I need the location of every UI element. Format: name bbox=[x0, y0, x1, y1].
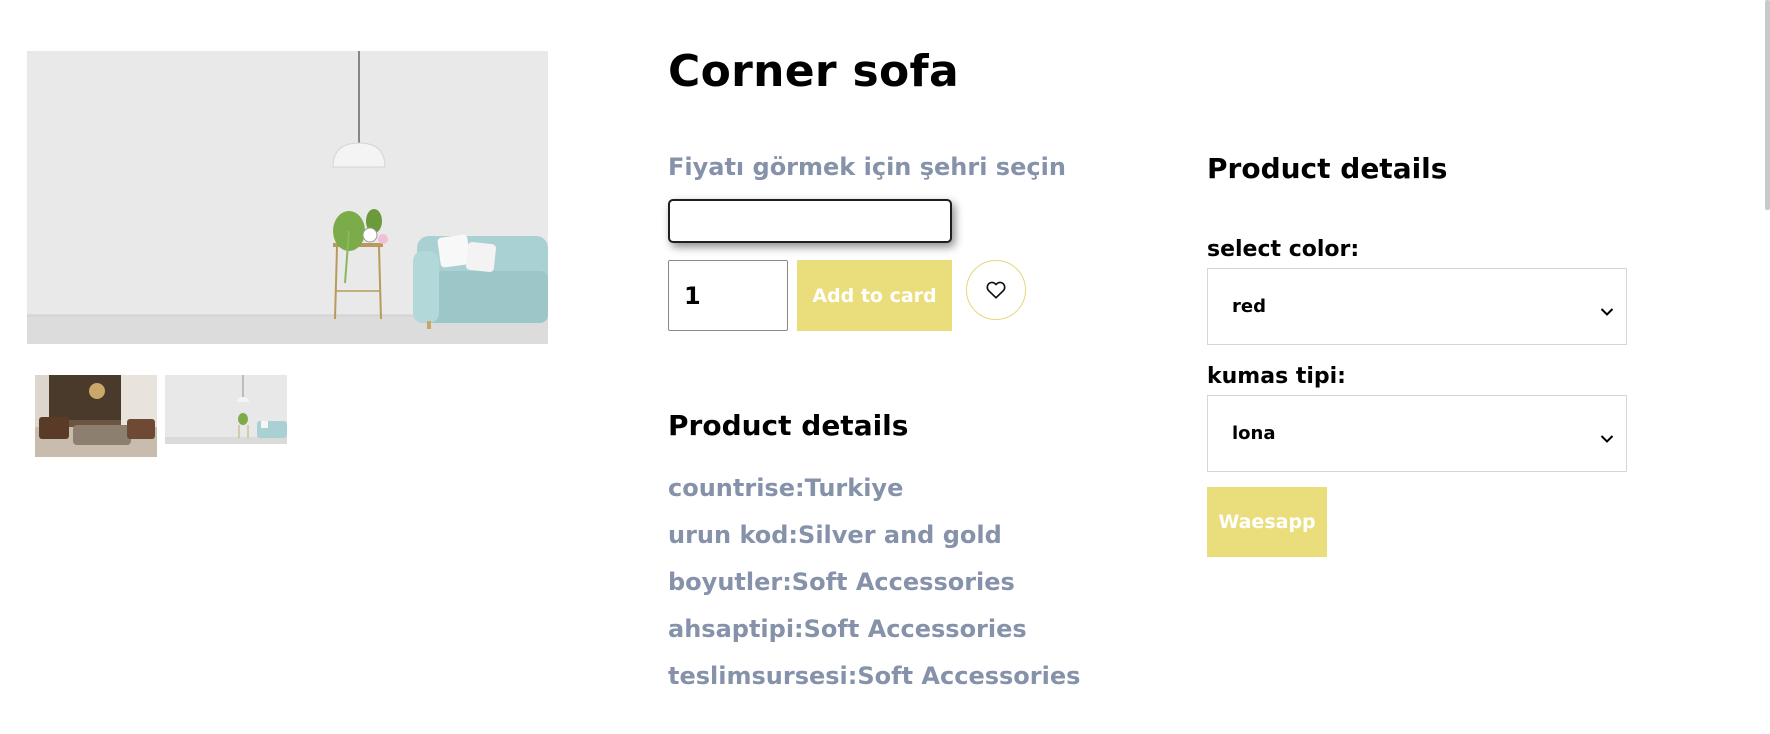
detail-country: countrise:Turkiye bbox=[668, 474, 904, 502]
detail-wood-type: ahsaptipi:Soft Accessories bbox=[668, 615, 1027, 643]
product-options-heading: Product details bbox=[1207, 152, 1448, 185]
heart-icon bbox=[986, 281, 1006, 299]
color-select[interactable]: red bbox=[1207, 268, 1627, 345]
detail-product-code: urun kod:Silver and gold bbox=[668, 521, 1002, 549]
chevron-down-icon bbox=[1600, 302, 1614, 316]
product-main-image bbox=[27, 51, 548, 344]
wishlist-button[interactable] bbox=[966, 260, 1026, 320]
product-details-heading: Product details bbox=[668, 409, 909, 442]
thumbnail-living-room-light[interactable] bbox=[165, 375, 287, 444]
quantity-input[interactable] bbox=[668, 260, 788, 331]
city-select-label: Fiyatı görmek için şehri seçin bbox=[668, 153, 1066, 181]
fabric-select-label: kumas tipi: bbox=[1207, 364, 1346, 389]
thumbnail-living-room-dark[interactable] bbox=[35, 375, 157, 457]
detail-delivery-time: teslimsursesi:Soft Accessories bbox=[668, 662, 1081, 690]
add-to-cart-button[interactable]: Add to card bbox=[797, 260, 952, 331]
detail-dimensions: boyutler:Soft Accessories bbox=[668, 568, 1015, 596]
color-select-value: red bbox=[1232, 296, 1266, 317]
page-scrollbar[interactable] bbox=[1765, 0, 1770, 210]
whatsapp-button[interactable]: Waesapp bbox=[1207, 487, 1327, 557]
fabric-select-value: lona bbox=[1232, 423, 1276, 444]
color-select-label: select color: bbox=[1207, 237, 1360, 262]
fabric-select[interactable]: lona bbox=[1207, 395, 1627, 472]
product-title: Corner sofa bbox=[668, 46, 959, 97]
city-input[interactable] bbox=[668, 199, 952, 243]
chevron-down-icon bbox=[1600, 429, 1614, 443]
